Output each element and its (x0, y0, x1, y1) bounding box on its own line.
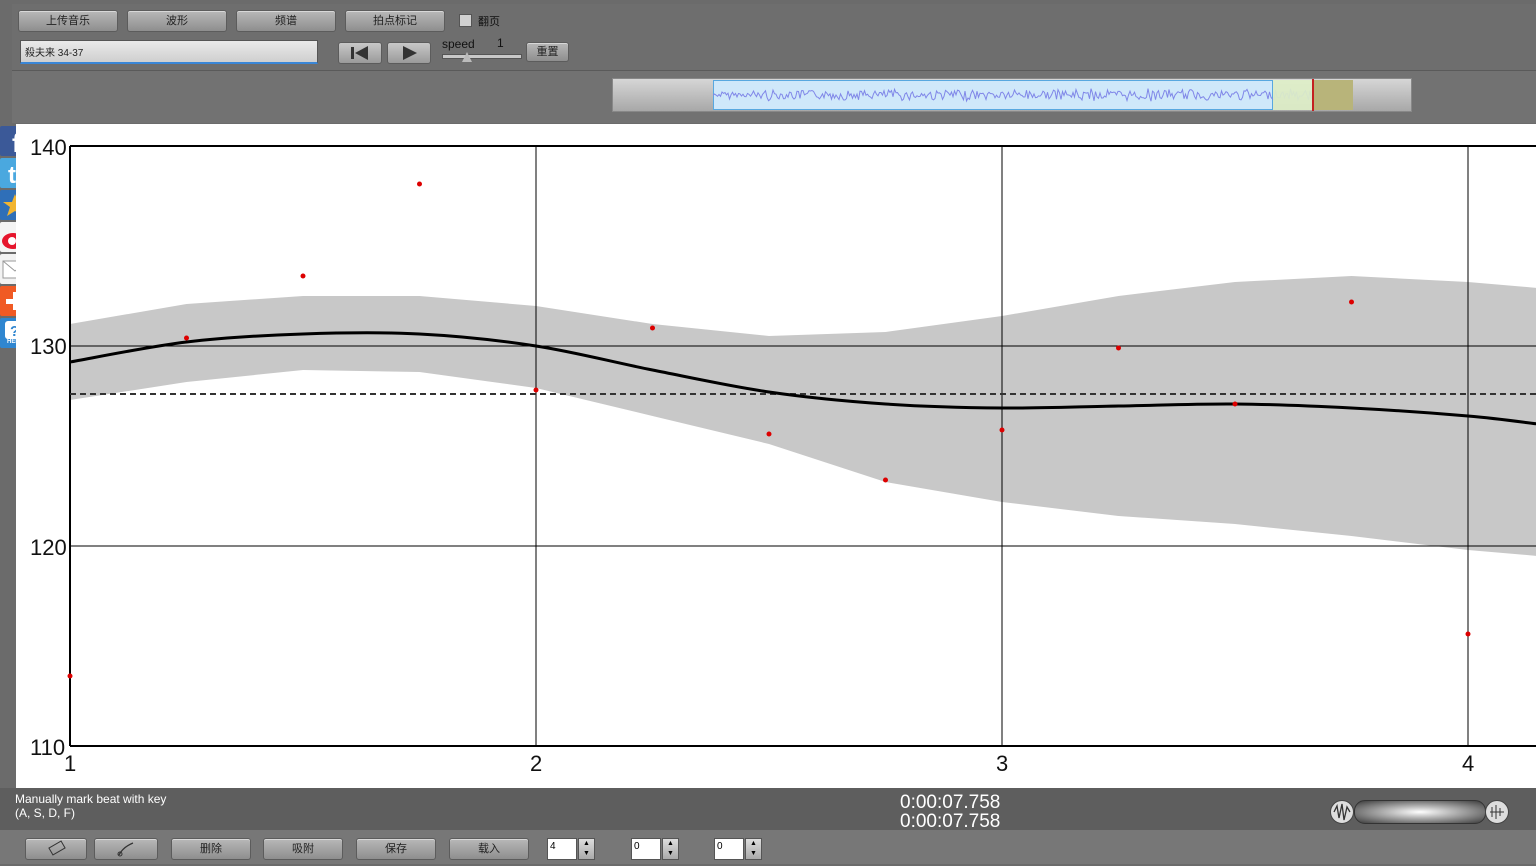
beat-point-2 (184, 335, 189, 341)
beat-point-6 (650, 325, 655, 331)
upload-music-button[interactable]: 上传音乐 (18, 10, 118, 32)
confidence-band (70, 276, 1536, 556)
spinner-1[interactable]: 4 ▲ ▼ (547, 838, 597, 860)
beat-point-1 (67, 673, 73, 679)
page-flip-checkbox[interactable] (459, 14, 472, 27)
brush-icon (117, 842, 134, 857)
beat-point-13 (1465, 631, 1471, 637)
spinner-2[interactable]: 0 ▲ ▼ (631, 838, 681, 860)
beat-point-7 (766, 431, 772, 437)
beat-point-11 (1232, 401, 1238, 407)
x-tick-1: 1 (64, 751, 77, 776)
waveform-button[interactable]: 波形 (127, 10, 227, 32)
reset-button[interactable]: 重置 (526, 42, 569, 62)
beat-point-8 (883, 477, 888, 483)
eraser-button[interactable] (25, 838, 87, 860)
rewind-button[interactable] (338, 42, 382, 64)
spinner-2-arrows[interactable]: ▲ ▼ (662, 838, 679, 860)
spinner-3-value[interactable]: 0 (714, 838, 744, 860)
waveform-overview[interactable] (612, 78, 1412, 112)
spinner-1-value[interactable]: 4 (547, 838, 577, 860)
tempo-plot[interactable] (16, 124, 1536, 788)
hint-line-2: (A, S, D, F) (15, 806, 75, 820)
hint-line-1: Manually mark beat with key (15, 792, 167, 806)
waveform-trace (713, 87, 1313, 103)
speed-value: 1 (497, 36, 504, 50)
waveform-window-left (1273, 80, 1313, 110)
spectrum-mode-icon[interactable] (1485, 800, 1509, 824)
speed-slider-handle[interactable] (462, 52, 472, 62)
y-tick-130: 130 (30, 334, 67, 359)
brush-button[interactable] (94, 838, 158, 860)
volume-slider[interactable] (1354, 800, 1486, 824)
spinner-2-value[interactable]: 0 (631, 838, 661, 860)
y-tick-110: 110 (30, 735, 66, 760)
beat-point-5 (533, 387, 539, 393)
status-bar (0, 788, 1536, 830)
track-name-field[interactable]: 殺夫来 34-37 (20, 40, 318, 64)
skip-back-icon (351, 46, 368, 60)
spinner-3[interactable]: 0 ▲ ▼ (714, 838, 764, 860)
delete-button[interactable]: 删除 (171, 838, 251, 860)
play-button[interactable] (387, 42, 431, 64)
x-tick-3: 3 (996, 751, 1009, 776)
x-tick-4: 4 (1462, 751, 1475, 776)
beat-point-4 (417, 181, 422, 187)
speed-slider[interactable] (442, 54, 522, 59)
play-icon (403, 46, 417, 60)
tempo-chart[interactable] (16, 124, 1536, 788)
beat-point-9 (999, 427, 1005, 433)
waveform-mode-icon[interactable] (1330, 800, 1354, 824)
x-tick-2: 2 (530, 751, 543, 776)
beat-point-10 (1116, 345, 1121, 351)
svg-text:t: t (8, 162, 16, 188)
y-tick-120: 120 (30, 535, 67, 560)
save-button[interactable]: 保存 (356, 838, 436, 860)
beat-point-3 (300, 273, 306, 279)
speed-label: speed (442, 37, 475, 51)
waveform-window-right (1313, 80, 1353, 110)
beat-point-12 (1349, 299, 1354, 305)
beat-mark-button[interactable]: 拍点标记 (345, 10, 445, 32)
load-button[interactable]: 载入 (449, 838, 529, 860)
spinner-3-arrows[interactable]: ▲ ▼ (745, 838, 762, 860)
playhead-marker[interactable] (1312, 79, 1314, 111)
page-flip-label: 翻页 (478, 16, 500, 28)
spectrum-button[interactable]: 频谱 (236, 10, 336, 32)
snap-button[interactable]: 吸附 (263, 838, 343, 860)
y-tick-140: 140 (30, 135, 67, 160)
eraser-icon (48, 840, 66, 856)
spinner-1-arrows[interactable]: ▲ ▼ (578, 838, 595, 860)
